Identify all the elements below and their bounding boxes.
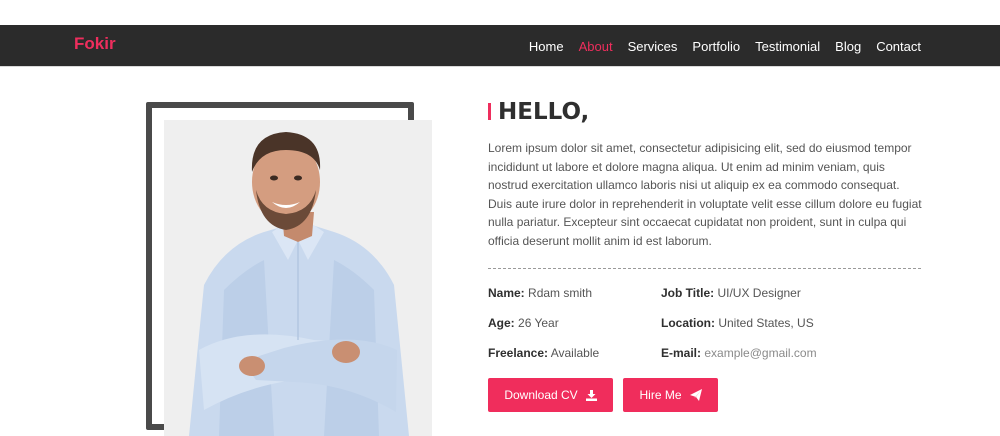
info-location-value: United States, US [718, 316, 814, 330]
info-age-label: Age: [488, 316, 515, 330]
nav-item-home[interactable]: Home [529, 39, 564, 54]
info-email-value[interactable]: example@gmail.com [704, 346, 816, 360]
nav-menu: Home About Services Portfolio Testimonia… [529, 25, 921, 67]
info-age-value: 26 Year [518, 316, 559, 330]
section-divider [488, 268, 921, 269]
nav-item-blog[interactable]: Blog [835, 39, 861, 54]
info-job-value: UI/UX Designer [717, 286, 801, 300]
nav-item-services[interactable]: Services [628, 39, 678, 54]
download-cv-label: Download CV [504, 388, 578, 402]
info-freelance-value: Available [550, 346, 600, 360]
paper-plane-icon [689, 389, 702, 401]
about-heading: HELLO, [498, 99, 590, 125]
nav-item-portfolio[interactable]: Portfolio [692, 39, 740, 54]
about-intro-text: Lorem ipsum dolor sit amet, consectetur … [488, 141, 922, 248]
info-location-label: Location: [661, 316, 715, 330]
info-job-title: Job Title: UI/UX Designer [661, 286, 801, 300]
person-illustration [189, 132, 409, 436]
hire-me-label: Hire Me [639, 388, 682, 402]
download-cv-button[interactable]: Download CV [488, 378, 613, 412]
nav-item-contact[interactable]: Contact [876, 39, 921, 54]
info-name-value: Rdam smith [528, 286, 593, 300]
info-job-label: Job Title: [661, 286, 715, 300]
profile-photo [164, 120, 432, 436]
info-age: Age: 26 Year [488, 316, 559, 330]
info-name-label: Name: [488, 286, 525, 300]
brand-logo[interactable]: Fokir [74, 34, 116, 54]
info-email-label: E-mail: [661, 346, 702, 360]
nav-item-about[interactable]: About [579, 39, 613, 54]
hire-me-button[interactable]: Hire Me [623, 378, 718, 412]
info-freelance-label: Freelance: [488, 346, 549, 360]
nav-item-testimonial[interactable]: Testimonial [755, 39, 820, 54]
download-icon [585, 389, 597, 401]
info-name: Name: Rdam smith [488, 286, 592, 300]
info-email: E-mail: example@gmail.com [661, 346, 817, 360]
info-freelance: Freelance: Available [488, 346, 599, 360]
info-location: Location: United States, US [661, 316, 814, 330]
heading-accent-bar [488, 103, 491, 120]
navbar: Fokir Home About Services Portfolio Test… [0, 25, 1000, 67]
